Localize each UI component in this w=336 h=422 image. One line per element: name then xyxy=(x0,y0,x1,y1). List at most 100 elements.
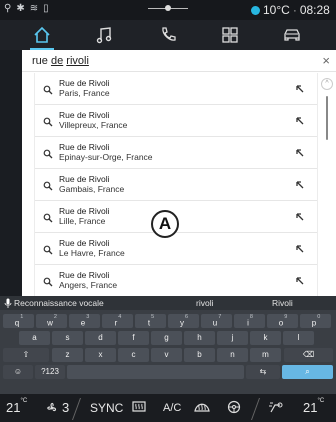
shift-key[interactable]: ⇧ xyxy=(3,348,49,362)
key-t[interactable]: t5 xyxy=(135,314,166,328)
suggestion-1[interactable]: rivoli xyxy=(196,298,213,308)
key-n[interactable]: n xyxy=(217,348,248,362)
fill-in-arrow-icon[interactable] xyxy=(295,244,305,254)
result-name: Rue de Rivoli xyxy=(59,110,110,120)
tab-car[interactable] xyxy=(272,23,312,47)
seat-ventilation-button[interactable] xyxy=(268,400,284,417)
wifi-icon: ≋ xyxy=(29,3,39,14)
language-key[interactable]: ⇆ xyxy=(246,365,280,379)
rear-defrost-icon xyxy=(132,401,146,412)
result-location: Lille, France xyxy=(59,216,106,226)
suggestion-2[interactable]: Rivoli xyxy=(272,298,293,308)
key-r[interactable]: r4 xyxy=(102,314,133,328)
search-icon xyxy=(43,181,53,191)
phone-icon xyxy=(162,27,176,41)
usb-icon: ⚲ xyxy=(4,3,12,14)
search-key[interactable]: ⌕ xyxy=(282,365,333,379)
result-item[interactable]: Rue de Rivoli Angers, France xyxy=(35,265,317,296)
key-e[interactable]: e3 xyxy=(69,314,100,328)
result-location: Le Havre, France xyxy=(59,248,125,258)
key-d[interactable]: d xyxy=(85,331,116,345)
result-location: Epinay-sur-Orge, France xyxy=(59,152,153,162)
tab-music[interactable] xyxy=(84,23,124,47)
emoji-key[interactable]: ☺ xyxy=(3,365,33,379)
search-input[interactable]: rue de rivoli × xyxy=(22,50,336,72)
main-tab-bar xyxy=(0,20,336,50)
music-icon xyxy=(96,27,112,44)
key-l[interactable]: l xyxy=(283,331,314,345)
search-query: rue de rivoli xyxy=(32,55,89,67)
seat-heating-button[interactable] xyxy=(226,400,242,417)
result-name: Rue de Rivoli xyxy=(59,238,110,248)
key-o[interactable]: o9 xyxy=(267,314,298,328)
fan-speed[interactable]: 3 xyxy=(44,400,69,415)
microphone-icon[interactable] xyxy=(4,298,12,308)
suggestion-bar: Reconnaissance vocale rivoli Rivoli xyxy=(0,296,336,310)
result-location: Angers, France xyxy=(59,280,118,290)
key-c[interactable]: c xyxy=(118,348,149,362)
key-p[interactable]: p0 xyxy=(300,314,331,328)
numbers-key[interactable]: ?123 xyxy=(35,365,65,379)
status-separator: · xyxy=(292,3,297,17)
infotainment-screen: ⚲ ✱ ≋ ▯ 10°C · 08:28 rue de rivoli × Rue… xyxy=(0,0,336,422)
key-m[interactable]: m xyxy=(250,348,281,362)
space-key[interactable] xyxy=(67,365,244,379)
search-icon xyxy=(43,245,53,255)
search-icon xyxy=(43,85,53,95)
result-item[interactable]: Rue de Rivoli Gambais, France xyxy=(35,169,317,201)
search-panel: rue de rivoli × Rue de Rivoli Paris, Fran… xyxy=(22,50,336,296)
key-f[interactable]: f xyxy=(118,331,149,345)
key-a[interactable]: a xyxy=(19,331,50,345)
tab-apps[interactable] xyxy=(210,23,250,47)
key-v[interactable]: v xyxy=(151,348,182,362)
key-g[interactable]: g xyxy=(151,331,182,345)
key-j[interactable]: j xyxy=(217,331,248,345)
rear-defrost-button[interactable] xyxy=(131,400,147,417)
fill-in-arrow-icon[interactable] xyxy=(295,116,305,126)
seat-fan-icon xyxy=(269,402,283,413)
notification-handle[interactable] xyxy=(148,4,188,12)
status-bar: ⚲ ✱ ≋ ▯ 10°C · 08:28 xyxy=(0,0,336,20)
scroll-up-icon[interactable]: ^ xyxy=(321,78,333,90)
result-item[interactable]: Rue de Rivoli Villepreux, France xyxy=(35,105,317,137)
ac-button[interactable]: A/C xyxy=(163,402,181,414)
key-k[interactable]: k xyxy=(250,331,281,345)
result-item[interactable]: Rue de Rivoli Epinay-sur-Orge, France xyxy=(35,137,317,169)
phone-status-icon: ▯ xyxy=(43,3,49,14)
key-w[interactable]: w2 xyxy=(36,314,67,328)
virtual-keyboard: q1 w2 e3 r4 t5 y6 u7 i8 o9 p0 a s d f g h j k l ⇧ z x c v b n m ⌫ ☺?… xyxy=(0,310,336,394)
key-z[interactable]: z xyxy=(52,348,83,362)
result-name: Rue de Rivoli xyxy=(59,78,110,88)
key-s[interactable]: s xyxy=(52,331,83,345)
steering-wheel-icon xyxy=(227,400,241,414)
search-icon xyxy=(43,149,53,159)
left-temperature[interactable]: 21°C xyxy=(6,398,27,415)
sync-button[interactable]: SYNC xyxy=(90,401,123,415)
key-i[interactable]: i8 xyxy=(234,314,265,328)
close-icon[interactable]: × xyxy=(322,53,330,69)
tab-phone[interactable] xyxy=(148,23,188,47)
key-q[interactable]: q1 xyxy=(3,314,34,328)
voice-recognition-button[interactable]: Reconnaissance vocale xyxy=(14,298,104,308)
key-y[interactable]: y6 xyxy=(168,314,199,328)
right-temperature[interactable]: 21°C xyxy=(303,398,324,415)
key-h[interactable]: h xyxy=(184,331,215,345)
backspace-key[interactable]: ⌫ xyxy=(284,348,333,362)
fill-in-arrow-icon[interactable] xyxy=(295,212,305,222)
front-defrost-button[interactable] xyxy=(194,400,210,417)
key-x[interactable]: x xyxy=(85,348,116,362)
scroll-thumb[interactable] xyxy=(326,96,328,140)
result-item[interactable]: Rue de Rivoli Paris, France xyxy=(35,73,317,105)
fill-in-arrow-icon[interactable] xyxy=(295,276,305,286)
fill-in-arrow-icon[interactable] xyxy=(295,180,305,190)
result-item[interactable]: Rue de Rivoli Le Havre, France xyxy=(35,233,317,265)
key-b[interactable]: b xyxy=(184,348,215,362)
key-u[interactable]: u7 xyxy=(201,314,232,328)
results-scrollbar[interactable]: ^ xyxy=(320,74,334,296)
temperature-dot-icon xyxy=(251,5,260,15)
fill-in-arrow-icon[interactable] xyxy=(295,84,305,94)
result-name: Rue de Rivoli xyxy=(59,270,110,280)
tab-home[interactable] xyxy=(22,23,62,50)
fill-in-arrow-icon[interactable] xyxy=(295,148,305,158)
search-results-list[interactable]: Rue de Rivoli Paris, France Rue de Rivoli V… xyxy=(34,73,318,296)
